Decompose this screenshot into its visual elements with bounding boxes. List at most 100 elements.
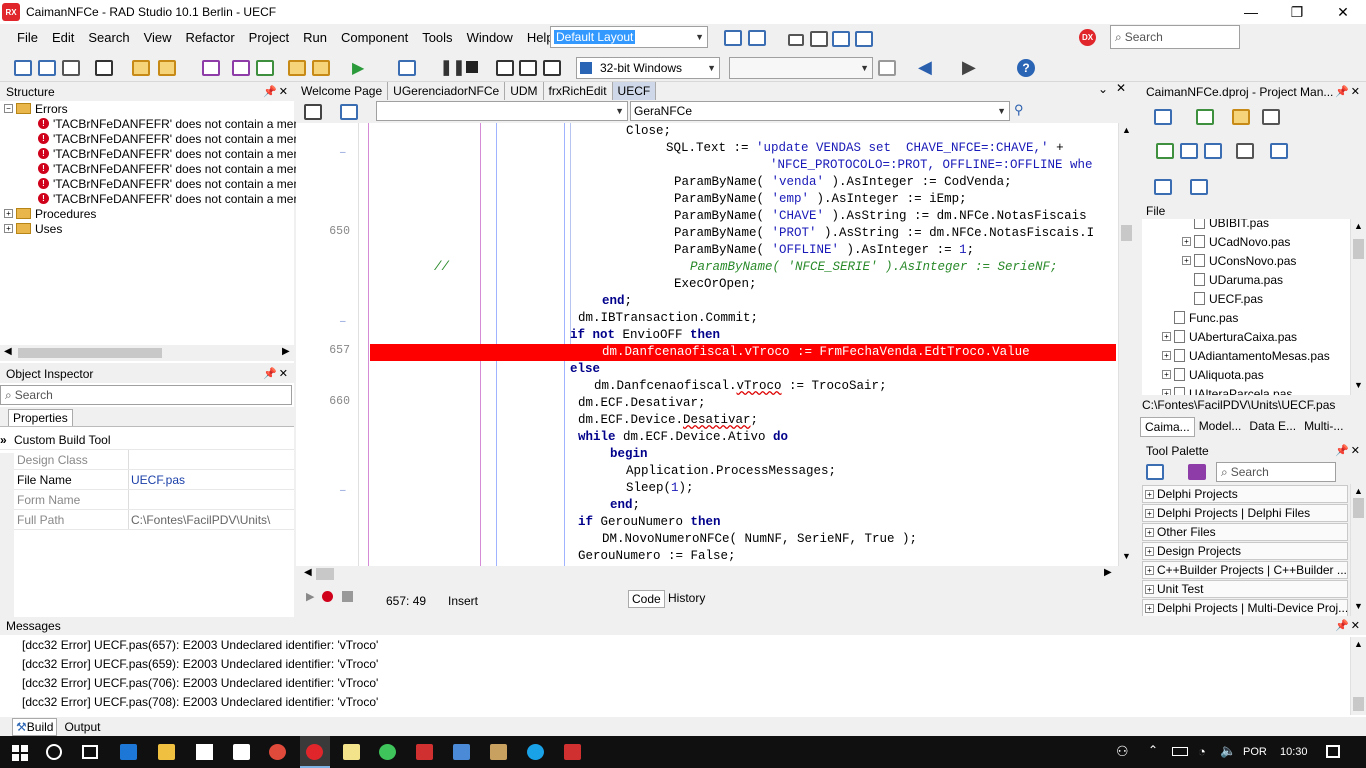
method-combo[interactable]: GeraNFCe ▼ — [630, 101, 1010, 121]
tab-uecf[interactable]: UECF — [612, 82, 657, 100]
menu-window[interactable]: Window — [460, 30, 520, 45]
code-text[interactable]: Close; SQL.Text := 'update VENDAS set CH… — [368, 123, 1094, 566]
stop-macro-icon[interactable] — [342, 591, 353, 602]
tree-item-error[interactable]: ! 'TACBrNFeDANFEFR' does not contain a me… — [4, 161, 300, 176]
tree-item-error[interactable]: ! 'TACBrNFeDANFEFR' does not contain a me… — [4, 146, 300, 161]
record-macro-icon[interactable] — [322, 591, 333, 602]
tab-udm[interactable]: UDM — [505, 82, 544, 100]
help-window-icon[interactable] — [855, 31, 873, 47]
class-combo[interactable]: ▼ — [376, 101, 628, 121]
mail-icon[interactable] — [788, 34, 804, 46]
tab-data-explorer[interactable]: Data E... — [1245, 417, 1300, 437]
tree-item-uses[interactable]: + Uses — [4, 221, 294, 236]
open-folder-icon[interactable] — [1232, 109, 1250, 125]
palette-category[interactable]: + Delphi Projects | Delphi Files — [1142, 504, 1348, 522]
new-items-icon[interactable] — [14, 60, 32, 76]
configurations-icon[interactable] — [1154, 179, 1172, 195]
expand-icon[interactable]: + — [4, 224, 13, 233]
palette-vscrollbar[interactable]: ▲ ▼ — [1350, 484, 1366, 616]
project-tree-item[interactable]: UECF.pas — [1142, 289, 1350, 308]
remove-from-project-icon[interactable] — [312, 60, 330, 76]
menu-view[interactable]: View — [137, 30, 179, 45]
mail-app-icon[interactable] — [233, 744, 250, 760]
clock[interactable]: 10:30 — [1280, 746, 1308, 758]
editor-vscrollbar[interactable]: ▲ ▼ — [1118, 123, 1134, 566]
forward-arrow-icon[interactable]: ▶ — [962, 57, 976, 78]
back-arrow-icon[interactable]: ◀ — [918, 57, 932, 78]
tab-code[interactable]: Code — [628, 590, 665, 608]
people-icon[interactable]: ⚇ — [1116, 743, 1129, 760]
tree-item-error[interactable]: ! 'TACBrNFeDANFEFR' does not contain a me… — [4, 116, 300, 131]
project-tree-item[interactable]: + UCadNovo.pas — [1142, 232, 1350, 251]
lock-app-icon[interactable] — [490, 744, 507, 760]
calendar-icon[interactable] — [810, 31, 828, 47]
tab-multi-device[interactable]: Multi-... — [1300, 417, 1347, 437]
save-desktop-icon[interactable] — [724, 30, 742, 46]
tab-model[interactable]: Model... — [1195, 417, 1246, 437]
tab-history[interactable]: History — [668, 591, 705, 605]
tab-welcome-page[interactable]: Welcome Page — [296, 82, 389, 100]
tree-item-error[interactable]: ! 'TACBrNFeDANFEFR' does not contain a me… — [4, 131, 300, 146]
platform-combo[interactable]: 32-bit Windows ▼ — [576, 57, 720, 79]
taskbar-radstudio-active[interactable] — [300, 736, 330, 768]
new-file-icon[interactable] — [132, 60, 150, 76]
property-value[interactable] — [128, 450, 294, 469]
expand-icon[interactable]: + — [1162, 351, 1171, 360]
acrobat-reader-icon[interactable] — [564, 744, 581, 760]
project-tree-item[interactable]: + UAdiantamentoMesas.pas — [1142, 346, 1350, 365]
play-macro-icon[interactable]: ▶ — [306, 590, 314, 603]
trace-into-icon[interactable] — [496, 60, 514, 76]
collapse-icon[interactable]: − — [4, 104, 13, 113]
project-tree-item[interactable]: + UAberturaCaixa.pas — [1142, 327, 1350, 346]
expand-icon[interactable]: + — [4, 209, 13, 218]
layout-combo[interactable]: Default Layout ▼ — [550, 26, 708, 48]
expand-icon[interactable]: + — [1182, 256, 1191, 265]
show-hidden-icons-icon[interactable]: ⌃ — [1148, 743, 1158, 757]
store-icon[interactable] — [196, 744, 213, 760]
tab-output[interactable]: Output — [61, 719, 103, 735]
pin-close-icon[interactable]: 📌✕ — [1335, 85, 1362, 98]
open-project-icon[interactable] — [158, 60, 176, 76]
code-editor[interactable]: 650 657 660 – – – Close; SQL.Text := 'up… — [296, 123, 1134, 566]
platforms-icon[interactable] — [1190, 179, 1208, 195]
skype-icon[interactable] — [527, 744, 544, 760]
menu-edit[interactable]: Edit — [45, 30, 81, 45]
pin-close-icon[interactable]: 📌✕ — [1335, 619, 1362, 632]
property-value[interactable]: UECF.pas — [128, 470, 294, 489]
open-icon[interactable] — [38, 60, 56, 76]
dx-badge-icon[interactable]: DX — [1079, 29, 1096, 46]
run-without-debug-icon[interactable] — [398, 60, 416, 76]
run-icon[interactable]: ▶ — [352, 58, 364, 78]
build-icon[interactable] — [1270, 143, 1288, 159]
run-to-cursor-icon[interactable] — [543, 60, 561, 76]
restore-button[interactable]: ❐ — [1274, 0, 1320, 24]
expand-icon[interactable]: + — [1145, 603, 1154, 613]
task-view-icon[interactable] — [82, 745, 98, 759]
expand-icon[interactable]: + — [1145, 527, 1154, 537]
project-tree-item[interactable]: + UAlteraParcela.pas — [1142, 384, 1350, 395]
message-row[interactable]: [dcc32 Error] UECF.pas(708): E2003 Undec… — [0, 692, 1366, 711]
menu-project[interactable]: Project — [242, 30, 296, 45]
tab-frxrichedit[interactable]: frxRichEdit — [544, 82, 613, 100]
minimize-button[interactable]: — — [1228, 0, 1274, 24]
notepad-icon[interactable] — [343, 744, 360, 760]
structure-hscrollbar[interactable]: ◀ ▶ — [0, 345, 294, 361]
find-icon[interactable]: ⚲ — [1014, 102, 1024, 118]
menu-run[interactable]: Run — [296, 30, 334, 45]
stop-icon[interactable] — [466, 61, 478, 73]
palette-category[interactable]: + Delphi Projects — [1142, 485, 1348, 503]
sync-icon[interactable] — [1156, 143, 1174, 159]
wifi-icon[interactable]: ◔ — [1198, 744, 1206, 759]
tree-item-error[interactable]: ! 'TACBrNFeDANFEFR' does not contain a me… — [4, 176, 300, 191]
action-center-icon[interactable] — [1326, 745, 1340, 758]
chrome-icon[interactable] — [269, 744, 286, 760]
menu-file[interactable]: File — [10, 30, 45, 45]
project-tree-item[interactable]: Func.pas — [1142, 308, 1350, 327]
start-icon[interactable] — [12, 745, 28, 761]
expand-icon[interactable]: + — [1145, 489, 1154, 499]
palette-search-input[interactable]: ⌕ Search — [1216, 462, 1336, 482]
reopen-icon[interactable] — [95, 60, 113, 76]
palette-category[interactable]: + Delphi Projects | Multi-Device Proj... — [1142, 599, 1348, 616]
save-all-icon[interactable] — [232, 60, 250, 76]
pin-close-icon[interactable]: 📌✕ — [1335, 444, 1362, 457]
